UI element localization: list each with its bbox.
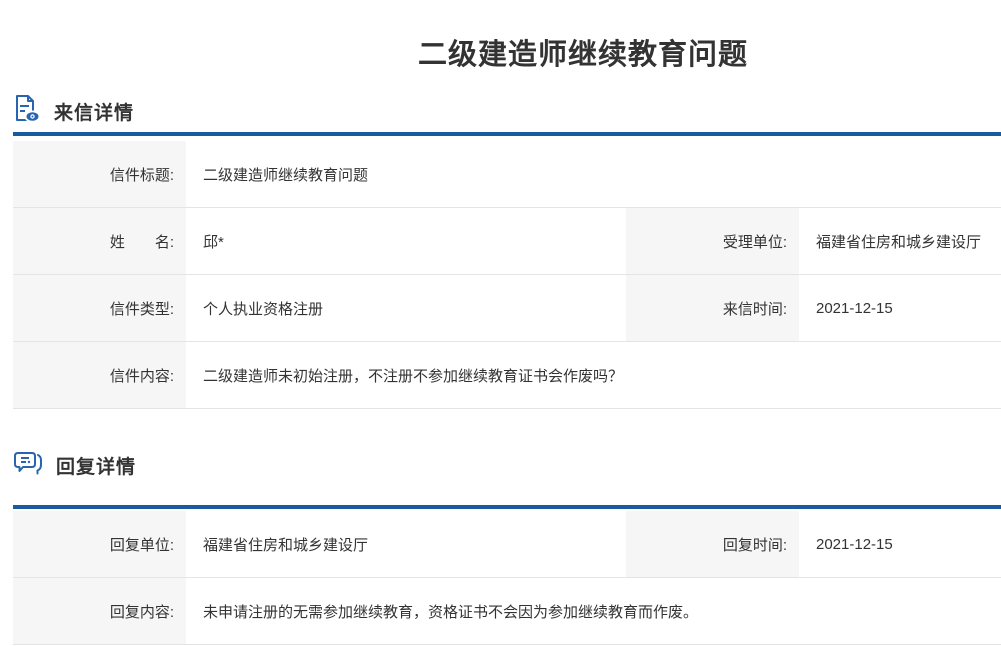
reply-content-value: 未申请注册的无需参加继续教育，资格证书不会因为参加继续教育而作废。 <box>189 578 1001 644</box>
reply-content-label: 回复内容: <box>13 578 186 644</box>
table-row: 回复单位: 福建省住房和城乡建设厅 回复时间: 2021-12-15 <box>13 511 1001 578</box>
content-container: 二级建造师继续教育问题 来信详情 信件标题: 二 <box>13 0 1001 645</box>
document-view-icon <box>13 94 41 129</box>
letter-title-value: 二级建造师继续教育问题 <box>189 141 1001 207</box>
table-row: 信件内容: 二级建造师未初始注册，不注册不参加继续教育证书会作废吗？ <box>13 342 1001 409</box>
letter-type-value: 个人执业资格注册 <box>189 275 623 341</box>
reply-detail-table: 回复单位: 福建省住房和城乡建设厅 回复时间: 2021-12-15 回复内容:… <box>13 511 1001 645</box>
letter-section-header: 来信详情 <box>13 97 1001 125</box>
table-row: 姓 名: 邱* 受理单位: 福建省住房和城乡建设厅 <box>13 208 1001 275</box>
reply-section-header: 回复详情 <box>13 451 1001 479</box>
reply-unit-value: 福建省住房和城乡建设厅 <box>189 511 623 577</box>
table-row: 信件标题: 二级建造师继续教育问题 <box>13 141 1001 208</box>
letter-content-label: 信件内容: <box>13 342 186 408</box>
table-row: 回复内容: 未申请注册的无需参加继续教育，资格证书不会因为参加继续教育而作废。 <box>13 578 1001 645</box>
letter-detail-table: 信件标题: 二级建造师继续教育问题 姓 名: 邱* 受理单位: 福建省住房和城乡… <box>13 141 1001 409</box>
letter-agency-label: 受理单位: <box>626 208 799 274</box>
letter-time-value: 2021-12-15 <box>802 275 1001 341</box>
reply-unit-label: 回复单位: <box>13 511 186 577</box>
letter-title-label: 信件标题: <box>13 141 186 207</box>
letter-time-label: 来信时间: <box>626 275 799 341</box>
letter-section-rule <box>13 132 1001 136</box>
reply-time-label: 回复时间: <box>626 511 799 577</box>
reply-time-value: 2021-12-15 <box>802 511 1001 577</box>
letter-type-label: 信件类型: <box>13 275 186 341</box>
letter-content-value: 二级建造师未初始注册，不注册不参加继续教育证书会作废吗？ <box>189 342 1001 408</box>
reply-chat-icon <box>13 448 43 483</box>
reply-section-title: 回复详情 <box>56 452 136 479</box>
letter-name-label: 姓 名: <box>13 208 186 274</box>
letter-detail-page: 二级建造师继续教育问题 来信详情 信件标题: 二 <box>0 0 1001 646</box>
page-title: 二级建造师继续教育问题 <box>13 0 1001 72</box>
table-row: 信件类型: 个人执业资格注册 来信时间: 2021-12-15 <box>13 275 1001 342</box>
letter-agency-value: 福建省住房和城乡建设厅 <box>802 208 1001 274</box>
letter-name-value: 邱* <box>189 208 623 274</box>
letter-section-title: 来信详情 <box>54 98 134 125</box>
reply-section-rule <box>13 505 1001 509</box>
